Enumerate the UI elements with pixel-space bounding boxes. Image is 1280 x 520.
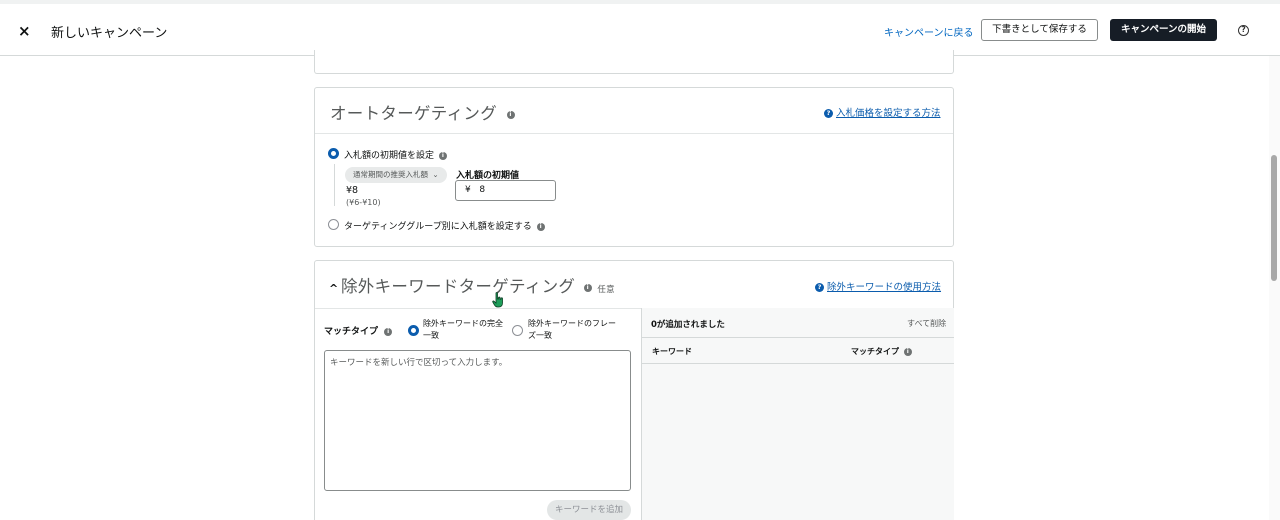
match-exact-option[interactable]: 除外キーワードの完全 一致	[423, 318, 503, 342]
negative-keyword-title[interactable]: ^ 除外キーワードターゲティング i 任意	[329, 273, 615, 297]
chevron-down-icon: ⌄	[432, 170, 439, 179]
default-bid-option[interactable]: 入札額の初期値を設定 i	[344, 148, 447, 161]
default-bid-radio[interactable]	[328, 148, 339, 159]
bid-help-link[interactable]: ? 入札価格を設定する方法	[824, 105, 941, 119]
page-title: 新しいキャンペーン	[51, 26, 168, 41]
help-icon[interactable]: ?	[1238, 25, 1249, 36]
section-divider	[315, 133, 953, 134]
added-count: 0が追加されました	[651, 320, 725, 330]
chevron-up-icon[interactable]: ^	[329, 282, 341, 295]
option-guide-line	[334, 164, 335, 206]
scrollbar-track[interactable]	[1269, 56, 1280, 520]
match-exact-radio[interactable]	[408, 325, 419, 336]
added-keywords-panel: 0が追加されました すべて削除 キーワード マッチタイプ i	[641, 308, 954, 520]
back-to-campaigns-link[interactable]: キャンペーンに戻る	[884, 24, 974, 39]
keyword-textarea[interactable]: キーワードを新しい行で区切って入力します。	[324, 350, 631, 491]
negative-keyword-help-link[interactable]: ? 除外キーワードの使用方法	[815, 279, 941, 293]
column-header-match-type: マッチタイプ i	[851, 346, 912, 357]
close-icon[interactable]: ×	[18, 22, 31, 40]
help-circle-icon: ?	[815, 283, 824, 292]
scrollbar-thumb[interactable]	[1271, 155, 1277, 281]
suggested-bid-dropdown[interactable]: 通常期間の推奨入札額 ⌄	[345, 167, 447, 183]
start-campaign-button[interactable]: キャンペーンの開始	[1110, 19, 1217, 41]
info-icon[interactable]: i	[536, 222, 545, 231]
info-icon[interactable]: i	[438, 151, 447, 160]
top-bar: × 新しいキャンペーン キャンペーンに戻る 下書きとして保存する キャンペーンの…	[0, 0, 1280, 56]
column-header-keyword: キーワード	[652, 347, 692, 356]
group-bid-radio[interactable]	[328, 219, 339, 230]
match-phrase-option[interactable]: 除外キーワードのフレー ズ一致	[528, 318, 616, 342]
optional-label: 任意	[597, 285, 615, 295]
suggested-bid-range: (¥6-¥10)	[346, 198, 381, 207]
help-circle-icon: ?	[824, 109, 833, 118]
match-type-label: マッチタイプ i	[324, 324, 393, 337]
info-icon[interactable]: i	[506, 110, 515, 119]
info-icon[interactable]: i	[583, 283, 592, 292]
previous-section-card	[314, 50, 954, 74]
currency-symbol: ¥	[465, 185, 471, 195]
info-icon[interactable]: i	[903, 347, 912, 356]
info-icon[interactable]: i	[384, 327, 393, 336]
match-phrase-radio[interactable]	[512, 325, 523, 336]
auto-targeting-title: オートターゲティング i	[330, 100, 515, 124]
default-bid-input[interactable]: ¥ 8	[455, 180, 556, 201]
section-divider	[315, 308, 641, 309]
suggested-bid-value: ¥8	[346, 185, 359, 196]
hand-pointer-icon	[492, 292, 503, 308]
bid-value: 8	[479, 185, 486, 195]
table-header-divider	[642, 363, 954, 364]
panel-divider	[642, 337, 954, 338]
remove-all-button[interactable]: すべて削除	[907, 318, 946, 329]
negative-keyword-card: ^ 除外キーワードターゲティング i 任意 ? 除外キーワードの使用方法 マッチタイ…	[314, 260, 954, 520]
save-draft-button[interactable]: 下書きとして保存する	[981, 19, 1098, 41]
auto-targeting-card: オートターゲティング i ? 入札価格を設定する方法 入札額の初期値を設定 i 通…	[314, 87, 954, 247]
group-bid-option[interactable]: ターゲティンググループ別に入札額を設定する i	[344, 219, 545, 232]
add-keyword-button[interactable]: キーワードを追加	[547, 500, 631, 520]
